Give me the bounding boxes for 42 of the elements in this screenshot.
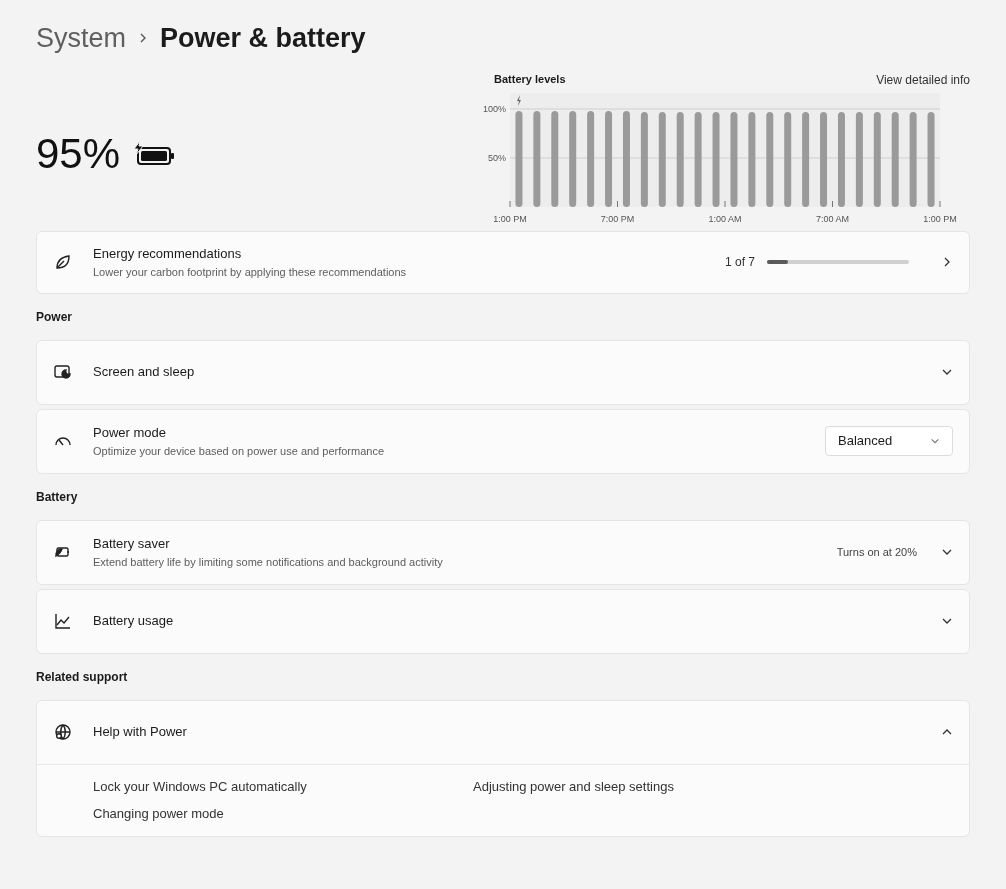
help-link[interactable]: Changing power mode — [93, 804, 224, 824]
setting-title: Screen and sleep — [93, 363, 196, 382]
section-heading: Related support — [36, 668, 128, 686]
section-heading: Power — [36, 308, 72, 326]
axis-label: 50% — [488, 152, 506, 163]
axis-label: 1:00 PM — [493, 213, 527, 224]
chart-title: Battery levels — [494, 72, 566, 88]
help-link[interactable]: Lock your Windows PC automatically — [93, 776, 307, 796]
screen-moon-icon — [53, 362, 73, 382]
setting-title: Battery usage — [93, 612, 175, 631]
settings-card[interactable]: Power mode Optimize your device based on power use and performance Balanced — [36, 408, 970, 474]
leaf-icon — [53, 252, 73, 272]
status-text: Turns on at 20% — [836, 544, 917, 560]
setting-title: Help with Power — [93, 723, 188, 742]
setting-title: Energy recommendations — [93, 245, 243, 263]
battery-percentage: 95% — [36, 129, 121, 179]
axis-label: 1:00 AM — [708, 213, 742, 224]
lightning-icon — [516, 94, 521, 106]
setting-title: Power mode — [93, 424, 167, 442]
globe-search-icon — [53, 722, 73, 742]
axis-label: 7:00 AM — [816, 213, 849, 224]
setting-description: Optimize your device based on power use and performance — [93, 443, 386, 459]
settings-card[interactable]: Help with Power Lock your Windows PC automatically Adjusting power and sleep settings Changing power mode — [36, 699, 970, 837]
axis-label: 100% — [482, 103, 506, 114]
chevron-down-icon — [930, 436, 940, 446]
view-detailed-info-link[interactable]: View detailed info — [876, 70, 970, 89]
setting-description: Lower your carbon footprint by applying these recommendations — [93, 264, 408, 280]
setting-title: Battery saver — [93, 535, 171, 553]
section-heading: Battery — [36, 488, 78, 506]
axis-label: 7:00 PM — [600, 213, 635, 224]
breadcrumb-parent[interactable]: System — [36, 18, 127, 59]
power-mode-dropdown[interactable]: Balanced — [825, 426, 953, 456]
settings-card[interactable]: Energy recommendations Lower your carbon footprint by applying these recommendations 1 of 7 — [36, 230, 970, 294]
axis-label: 1:00 PM — [923, 213, 957, 224]
settings-card[interactable]: Screen and sleep — [36, 339, 970, 405]
settings-card[interactable]: Battery usage — [36, 588, 970, 654]
settings-card[interactable]: Battery saver Extend battery life by limiting some notifications and background activity Turns on at 20% — [36, 519, 970, 585]
page-title: Power & battery — [160, 22, 366, 55]
help-link[interactable]: Adjusting power and sleep settings — [473, 776, 674, 796]
line-chart-icon — [53, 611, 73, 631]
progress-count: 1 of 7 — [724, 254, 755, 271]
setting-description: Extend battery life by limiting some notifications and background activity — [93, 554, 444, 570]
